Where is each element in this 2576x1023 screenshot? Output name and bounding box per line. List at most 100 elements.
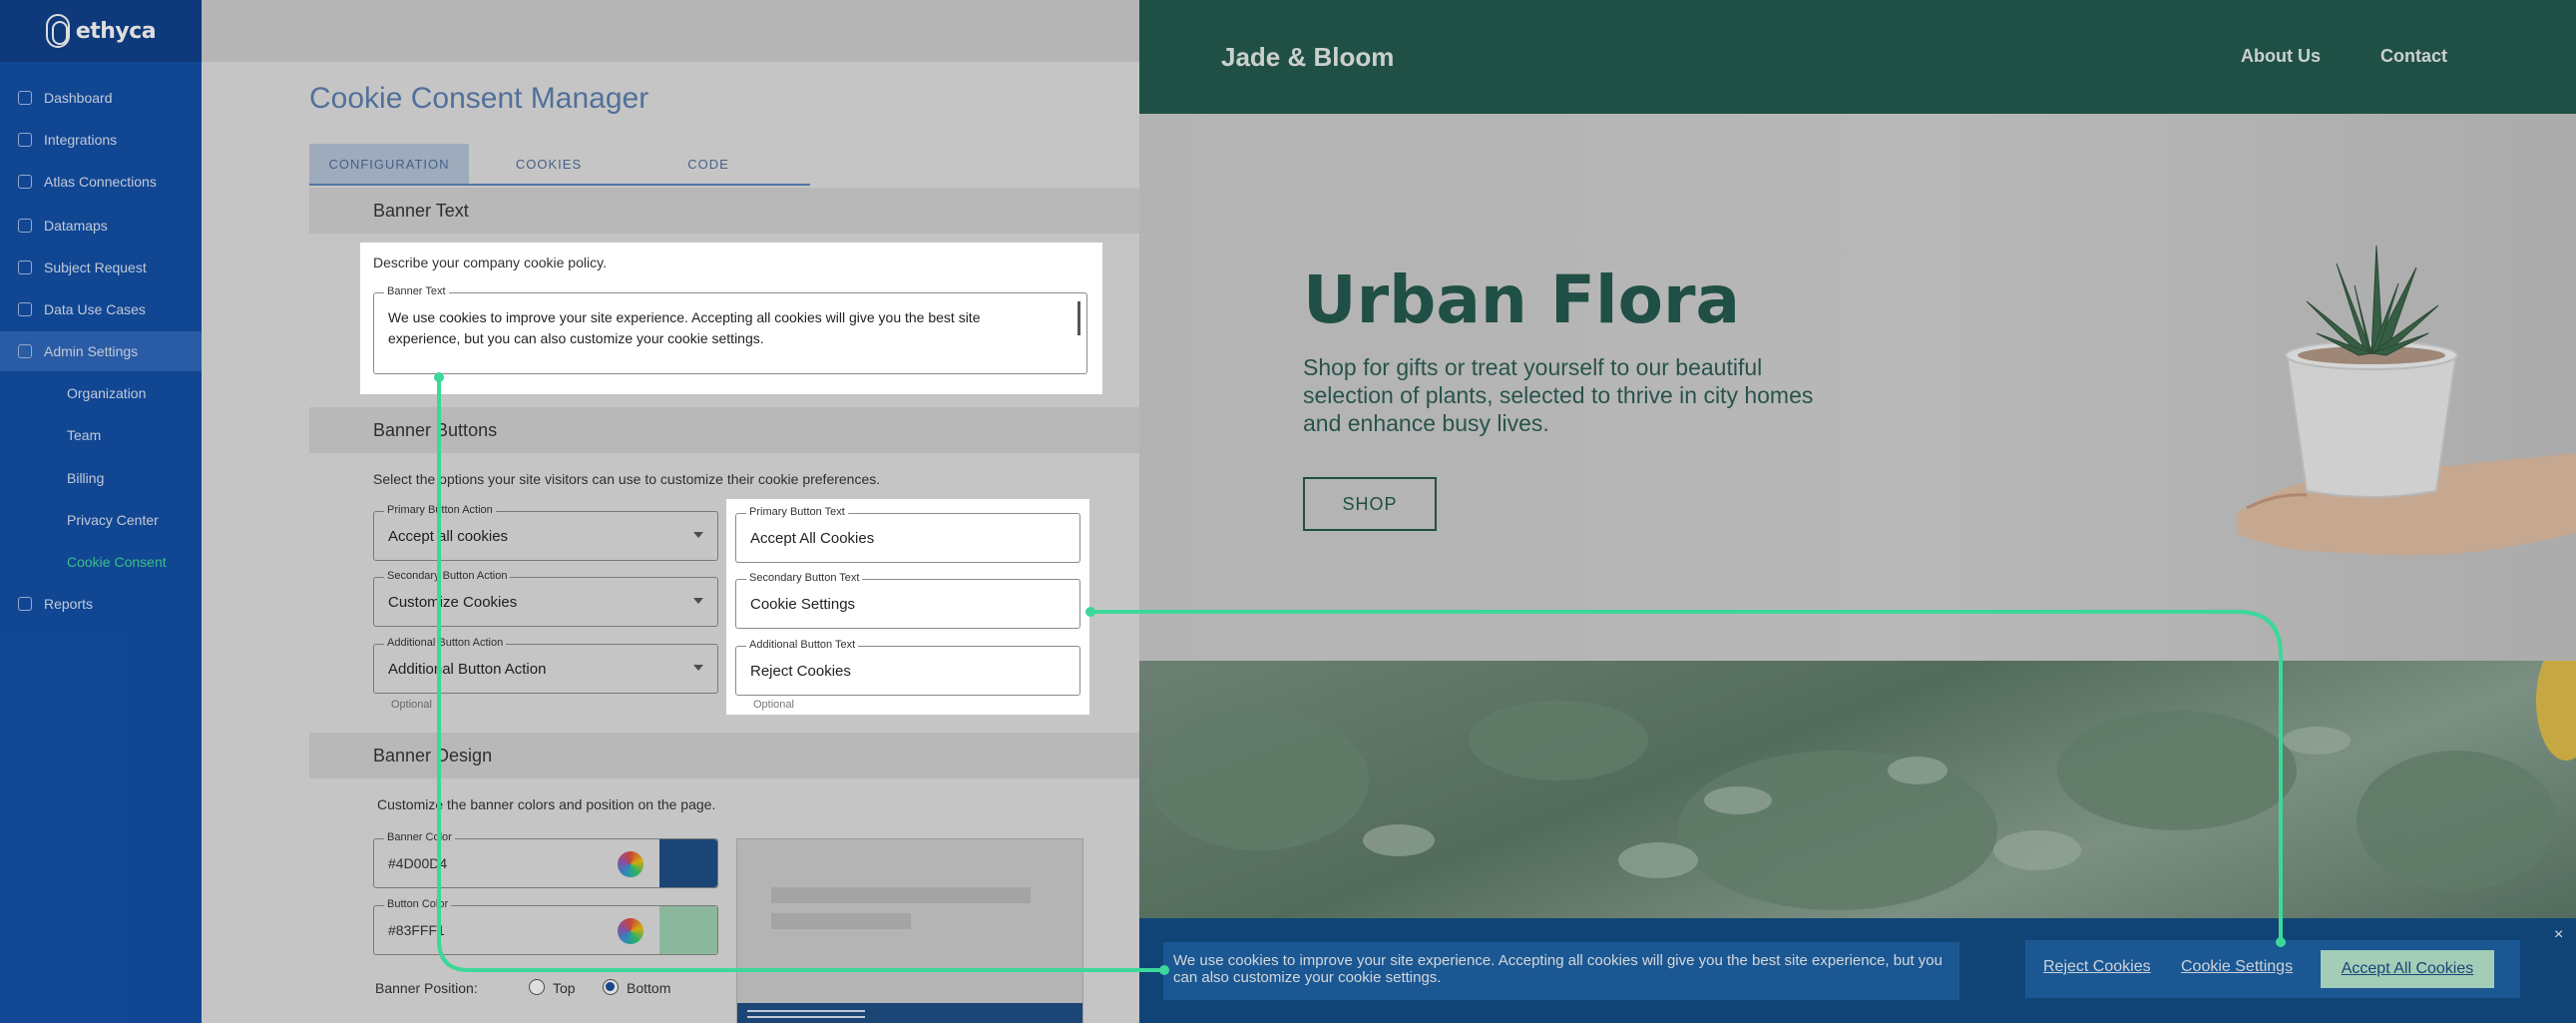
brand-name: ethyca (75, 18, 157, 44)
field-label: Banner Color (384, 831, 455, 843)
sidebar-item-label: Organization (67, 385, 147, 401)
chevron-down-icon (693, 665, 703, 671)
shop-button[interactable]: SHOP (1303, 477, 1437, 531)
banner-buttons-helper: Select the options your site visitors ca… (373, 471, 881, 487)
sidebar-item-integrations[interactable]: Integrations (0, 120, 202, 160)
datamaps-icon (18, 219, 32, 233)
sidebar-item-reports[interactable]: Reports (0, 584, 202, 624)
section-title-banner-text: Banner Text (373, 201, 469, 221)
position-top-radio[interactable] (529, 979, 545, 995)
chevron-down-icon (693, 598, 703, 604)
sidebar-item-organization[interactable]: Organization (0, 373, 202, 413)
banner-color-swatch (659, 839, 717, 887)
brand-logo[interactable]: ethyca (0, 0, 202, 62)
nav-about-us[interactable]: About Us (2241, 46, 2321, 67)
reports-icon (18, 597, 32, 611)
primary-action-select[interactable]: Primary Button Action Accept all cookies (373, 504, 718, 561)
reject-cookies-button[interactable]: Reject Cookies (2043, 958, 2151, 976)
sidebar-item-label: Cookie Consent (67, 554, 167, 570)
chevron-down-icon (693, 532, 703, 538)
banner-text-field[interactable]: Banner Text We use cookies to improve yo… (373, 285, 1087, 374)
banner-text-helper: Describe your company cookie policy. (373, 255, 607, 270)
sidebar-item-label: Integrations (44, 132, 118, 148)
section-title-banner-buttons: Banner Buttons (373, 420, 498, 440)
sidebar-item-label: Reports (44, 596, 94, 612)
field-value: Reject Cookies (750, 663, 851, 680)
field-value: Accept all cookies (388, 528, 509, 545)
secondary-button-text-field[interactable]: Secondary Button Text Cookie Settings (735, 572, 1080, 629)
site-logo[interactable]: Jade & Bloom (1221, 42, 1394, 73)
sidebar-item-label: Data Use Cases (44, 301, 146, 317)
sidebar-item-label: Subject Request (44, 259, 147, 275)
sidebar-item-label: Billing (67, 470, 105, 486)
banner-text-panel: Describe your company cookie policy. Ban… (360, 243, 1102, 394)
section-title-banner-design: Banner Design (373, 746, 493, 766)
sidebar-item-label: Team (67, 427, 102, 443)
nav-contact[interactable]: Contact (2380, 46, 2447, 67)
field-label: Primary Button Text (746, 506, 848, 518)
button-color-field[interactable]: Button Color #83FFF1 (373, 898, 718, 955)
additional-action-select[interactable]: Additional Button Action Additional Butt… (373, 637, 718, 694)
color-wheel-icon[interactable] (618, 918, 644, 944)
button-color-value: #83FFF1 (388, 922, 445, 938)
sidebar-item-billing[interactable]: Billing (0, 458, 202, 498)
sidebar: ethyca Dashboard Integrations Atlas Conn… (0, 0, 202, 1023)
cookie-settings-button[interactable]: Cookie Settings (2181, 958, 2293, 976)
optional-hint: Optional (753, 699, 794, 711)
site-header: Jade & Bloom About Us Contact (1139, 0, 2576, 114)
integrations-icon (18, 133, 32, 147)
tab-cookies[interactable]: COOKIES (469, 144, 629, 184)
position-top-label: Top (553, 980, 576, 996)
position-bottom-radio[interactable] (603, 979, 619, 995)
tab-bar: CONFIGURATION COOKIES CODE (309, 144, 810, 186)
field-label: Secondary Button Action (384, 570, 511, 582)
preview-line (747, 1010, 865, 1012)
sidebar-item-label: Admin Settings (44, 343, 139, 359)
page-title: Cookie Consent Manager (309, 82, 649, 115)
tab-code[interactable]: CODE (629, 144, 788, 184)
banner-position-label: Banner Position: (375, 980, 478, 996)
preview-placeholder (771, 887, 1031, 903)
field-label: Additional Button Action (384, 637, 507, 649)
sidebar-item-admin-settings[interactable]: Admin Settings (0, 331, 202, 371)
potted-plant-image (2237, 245, 2576, 556)
atlas-icon (18, 175, 32, 189)
sidebar-item-privacy-center[interactable]: Privacy Center (0, 500, 202, 540)
data-use-icon (18, 302, 32, 316)
dashboard-icon (18, 91, 32, 105)
preview-banner (737, 1003, 1082, 1023)
close-icon[interactable]: × (2554, 926, 2563, 944)
preview-line (747, 1016, 865, 1018)
banner-design-helper: Customize the banner colors and position… (377, 796, 716, 812)
sidebar-item-subject-request[interactable]: Subject Request (0, 248, 202, 287)
sidebar-item-cookie-consent[interactable]: Cookie Consent (0, 542, 202, 582)
position-bottom-label: Bottom (627, 980, 671, 996)
field-value: Additional Button Action (388, 661, 547, 678)
field-label: Banner Text (384, 285, 449, 297)
sidebar-item-label: Dashboard (44, 90, 113, 106)
sidebar-item-data-use-cases[interactable]: Data Use Cases (0, 289, 202, 329)
sidebar-item-team[interactable]: Team (0, 415, 202, 455)
sidebar-item-label: Privacy Center (67, 512, 159, 528)
cookie-banner: We use cookies to improve your site expe… (1139, 918, 2576, 1023)
additional-button-text-field[interactable]: Additional Button Text Reject Cookies (735, 639, 1080, 696)
hero-title: Urban Flora (1303, 261, 1741, 338)
fingerprint-logo-icon (45, 14, 70, 48)
sidebar-item-atlas-connections[interactable]: Atlas Connections (0, 162, 202, 202)
button-text-panel: Primary Button Text Accept All Cookies S… (726, 499, 1089, 715)
textarea-scrollbar[interactable] (1077, 301, 1080, 335)
banner-preview (736, 838, 1083, 1023)
field-label: Secondary Button Text (746, 572, 863, 584)
sidebar-item-datamaps[interactable]: Datamaps (0, 206, 202, 246)
field-value: Cookie Settings (750, 596, 856, 613)
primary-button-text-field[interactable]: Primary Button Text Accept All Cookies (735, 506, 1080, 563)
tab-configuration[interactable]: CONFIGURATION (309, 144, 469, 184)
hero-section: Urban Flora Shop for gifts or treat your… (1139, 114, 2576, 661)
banner-color-field[interactable]: Banner Color #4D00D4 (373, 831, 718, 888)
button-color-swatch (659, 906, 717, 954)
cookie-banner-message: We use cookies to improve your site expe… (1163, 942, 1959, 1000)
color-wheel-icon[interactable] (618, 851, 644, 877)
secondary-action-select[interactable]: Secondary Button Action Customize Cookie… (373, 570, 718, 627)
accept-all-cookies-button[interactable]: Accept All Cookies (2321, 950, 2494, 988)
sidebar-item-dashboard[interactable]: Dashboard (0, 78, 202, 118)
